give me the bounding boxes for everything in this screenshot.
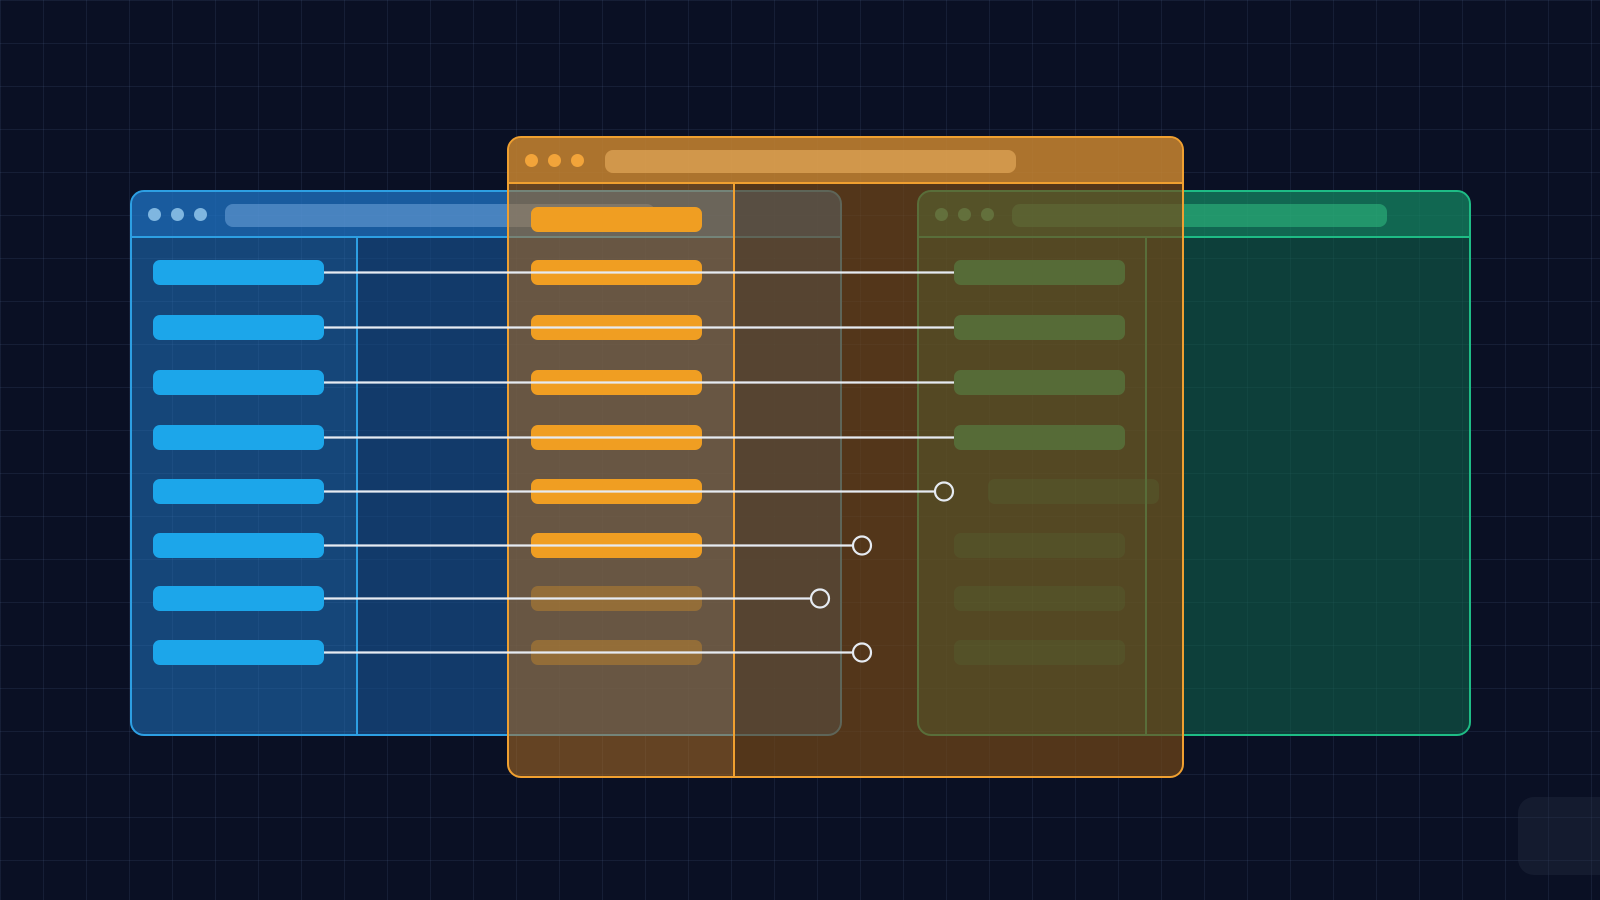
open-endpoint-icon[interactable]	[933, 481, 955, 502]
open-endpoint-icon[interactable]	[809, 588, 831, 609]
open-endpoint-icon[interactable]	[851, 535, 873, 556]
corner-decoration	[1518, 797, 1600, 875]
open-endpoint-icon[interactable]	[851, 642, 873, 663]
connection-lines	[324, 271, 955, 663]
